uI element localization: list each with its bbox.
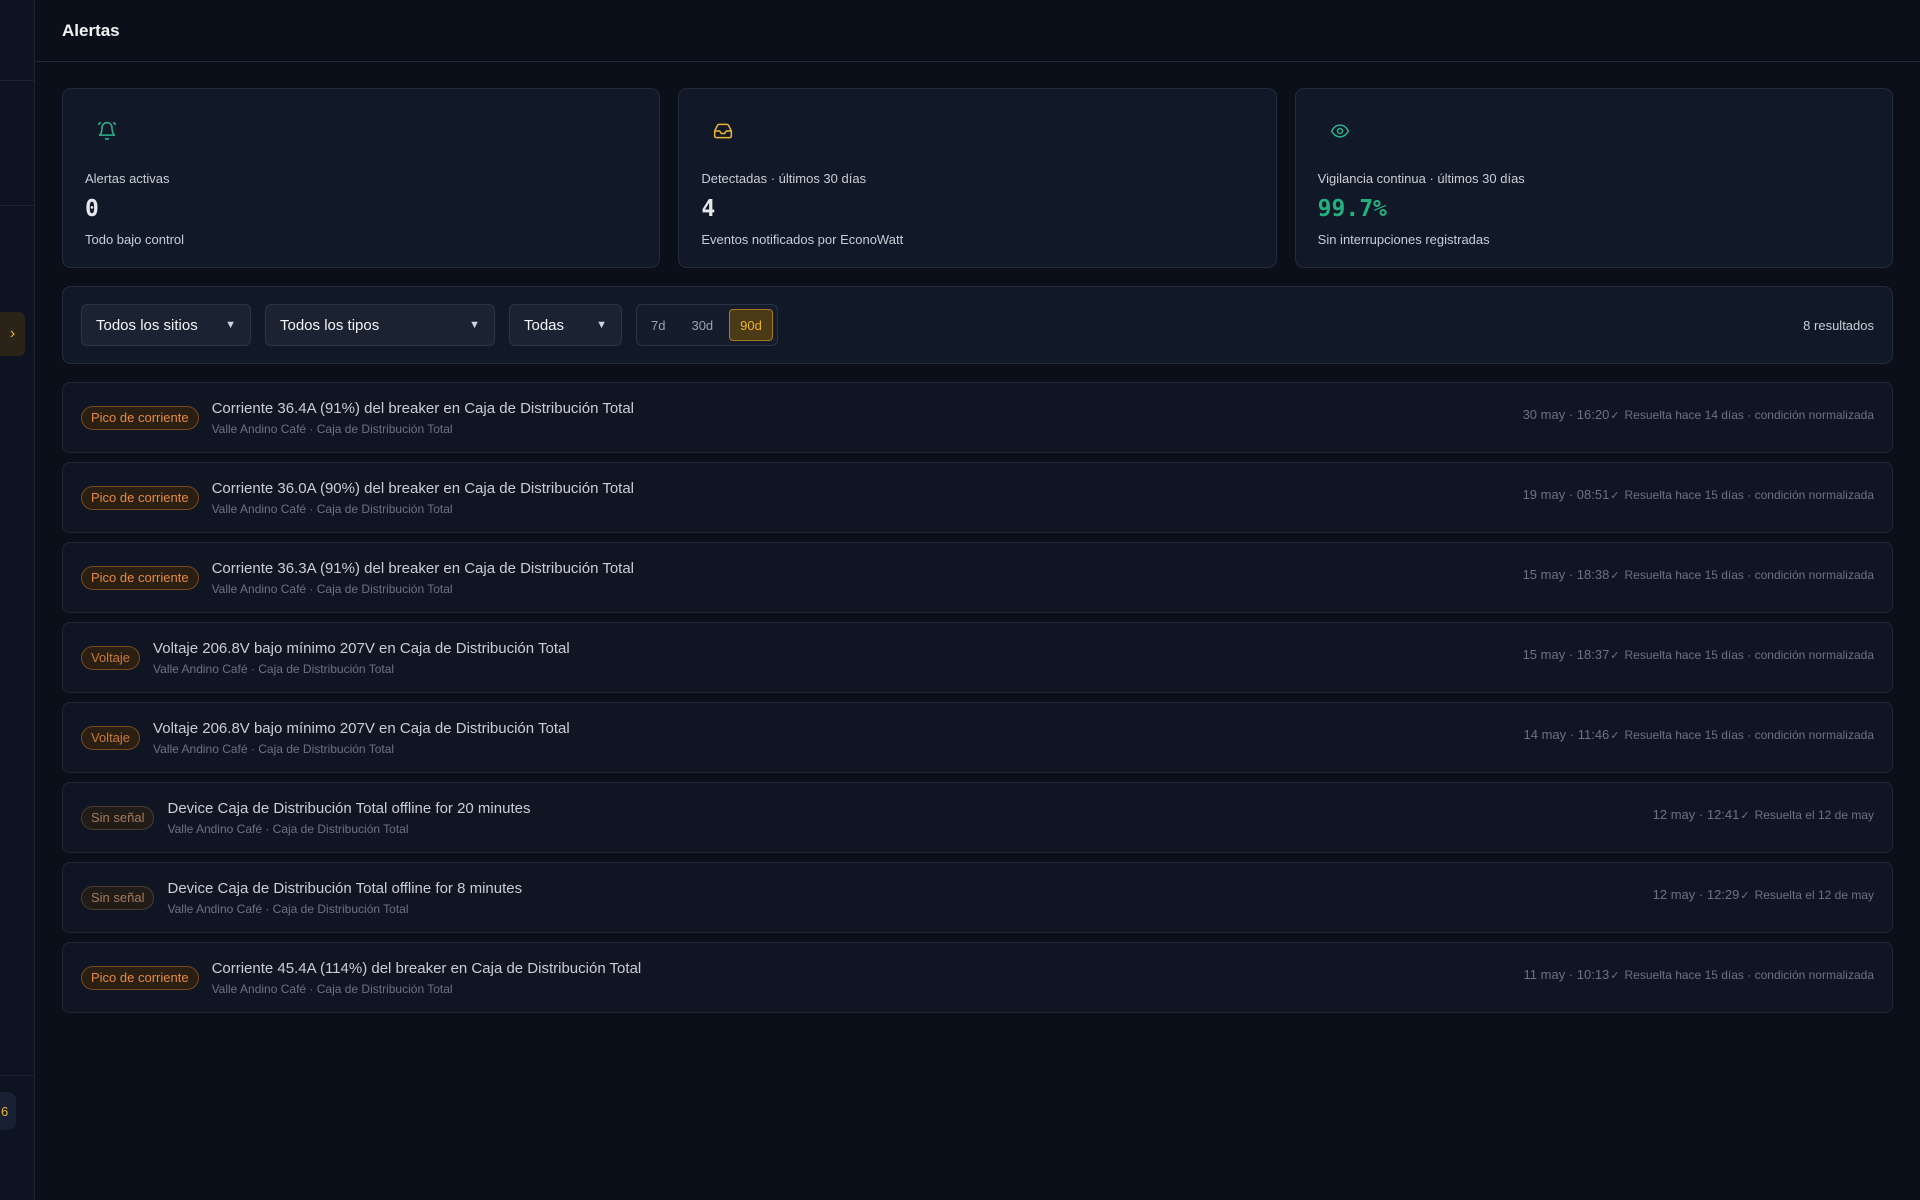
stat-label: Alertas activas [85,171,170,186]
alert-status: Resuelta hace 15 días · condición normal… [1624,648,1874,662]
alert-row[interactable]: Voltaje Voltaje 206.8V bajo mínimo 207V … [62,702,1893,773]
alert-time: 19 may · 08:51 [1522,487,1610,502]
time-range-toggle: 7d 30d 90d [636,304,778,346]
alert-row[interactable]: Pico de corriente Corriente 36.3A (91%) … [62,542,1893,613]
check-icon: ✓ [1610,570,1620,582]
alert-time: 15 may · 18:37 [1522,647,1610,662]
alert-location: Valle Andino Café · Caja de Distribución… [211,981,453,996]
alert-row[interactable]: Voltaje Voltaje 206.8V bajo mínimo 207V … [62,622,1893,693]
bell-icon [87,111,127,151]
alert-type-badge: Voltaje [81,725,141,750]
alert-row[interactable]: Pico de corriente Corriente 45.4A (114%)… [62,942,1893,1013]
inbox-icon [703,111,743,151]
alert-type-badge: Pico de corriente [81,965,199,990]
alert-type-badge: Pico de corriente [81,405,199,430]
check-icon: ✓ [1740,890,1750,902]
chevron-down-icon: ▼ [469,319,480,331]
alert-time: 14 may · 11:46 [1523,727,1610,742]
sidebar-divider [0,80,35,81]
alert-type-badge: Pico de corriente [81,485,199,510]
stat-subtext: Sin interrupciones registradas [1317,232,1490,247]
stat-label: Detectadas · últimos 30 días [701,171,867,186]
alert-status: Resuelta hace 14 días · condición normal… [1624,408,1874,422]
alert-location: Valle Andino Café · Caja de Distribución… [211,581,453,596]
results-count: 8 resultados [1803,317,1874,333]
stat-card-active-alerts: Alertas activas 0 Todo bajo control [62,88,661,268]
page-header: Alertas [36,0,1920,62]
alert-title: Corriente 36.3A (91%) del breaker en Caj… [211,559,635,577]
check-icon: ✓ [1610,970,1620,982]
alert-type-badge: Voltaje [81,645,141,670]
check-icon: ✓ [1740,810,1750,822]
alert-time: 12 may · 12:41 [1652,807,1740,822]
severity-select-value: Todas [524,316,565,334]
alert-status: Resuelta hace 15 días · condición normal… [1624,488,1874,502]
alert-row[interactable]: Sin señal Device Caja de Distribución To… [62,862,1893,933]
sidebar-divider [0,1075,35,1076]
alert-status: Resuelta hace 15 días · condición normal… [1624,568,1874,582]
chevron-right-icon: › [9,325,16,342]
alert-time: 12 may · 12:29 [1652,887,1740,902]
eye-icon [1320,111,1360,151]
alert-status: Resuelta el 12 de may [1754,808,1874,822]
site-select-value: Todos los sitios [96,316,198,334]
alert-type-badge: Sin señal [81,885,155,910]
alert-type-badge: Pico de corriente [81,565,199,590]
sidebar-mini-badge[interactable]: 6 [0,1092,16,1130]
alert-title: Corriente 36.4A (91%) del breaker en Caj… [211,399,635,417]
type-select-value: Todos los tipos [280,316,380,334]
stat-card-detected: Detectadas · últimos 30 días 4 Eventos n… [678,88,1277,268]
alert-location: Valle Andino Café · Caja de Distribución… [211,421,453,436]
alert-status: Resuelta hace 15 días · condición normal… [1624,728,1874,742]
alert-title: Voltaje 206.8V bajo mínimo 207V en Caja … [153,719,570,737]
chevron-down-icon: ▼ [225,319,236,331]
alert-location: Valle Andino Café · Caja de Distribución… [167,821,409,836]
stats-row: Alertas activas 0 Todo bajo control Dete… [62,88,1893,268]
stat-label: Vigilancia continua · últimos 30 días [1317,171,1525,186]
range-7d-button[interactable]: 7d [641,309,675,341]
stat-value: 0 [85,196,99,222]
alert-title: Corriente 45.4A (114%) del breaker en Ca… [211,959,642,977]
chevron-down-icon: ▼ [596,319,607,331]
filter-bar: Todos los sitios ▼ Todos los tipos ▼ Tod… [62,286,1893,364]
alert-location: Valle Andino Café · Caja de Distribución… [153,661,395,676]
alert-row[interactable]: Pico de corriente Corriente 36.0A (90%) … [62,462,1893,533]
range-90d-button[interactable]: 90d [729,309,773,341]
alert-title: Device Caja de Distribución Total offlin… [167,879,523,897]
sidebar-expand-button[interactable]: › [0,312,25,356]
alert-time: 30 may · 16:20 [1522,407,1610,422]
alert-location: Valle Andino Café · Caja de Distribución… [211,501,453,516]
range-30d-button[interactable]: 30d [681,309,723,341]
sidebar: › 6 [0,0,35,1200]
alert-status: Resuelta hace 15 días · condición normal… [1624,968,1874,982]
alert-status: Resuelta el 12 de may [1754,888,1874,902]
site-select[interactable]: Todos los sitios ▼ [81,304,251,346]
check-icon: ✓ [1610,410,1620,422]
stat-value: 4 [701,196,716,222]
alert-title: Corriente 36.0A (90%) del breaker en Caj… [211,479,635,497]
stat-card-monitoring: Vigilancia continua · últimos 30 días 99… [1294,88,1893,268]
alert-title: Voltaje 206.8V bajo mínimo 207V en Caja … [153,639,570,657]
alert-title: Device Caja de Distribución Total offlin… [167,799,531,817]
main-content: Alertas activas 0 Todo bajo control Dete… [62,88,1893,1013]
alert-location: Valle Andino Café · Caja de Distribución… [167,901,409,916]
alert-type-badge: Sin señal [81,805,155,830]
type-select[interactable]: Todos los tipos ▼ [265,304,495,346]
alert-list: Pico de corriente Corriente 36.4A (91%) … [62,382,1893,1013]
check-icon: ✓ [1610,730,1620,742]
check-icon: ✓ [1610,650,1620,662]
stat-value: 99.7% [1317,196,1387,222]
alert-row[interactable]: Sin señal Device Caja de Distribución To… [62,782,1893,853]
alert-time: 11 may · 10:13 [1523,967,1610,982]
alert-time: 15 may · 18:38 [1522,567,1610,582]
page-title: Alertas [62,20,120,40]
stat-subtext: Todo bajo control [85,232,185,247]
sidebar-divider [0,205,35,206]
alert-row[interactable]: Pico de corriente Corriente 36.4A (91%) … [62,382,1893,453]
severity-select[interactable]: Todas ▼ [509,304,622,346]
alert-location: Valle Andino Café · Caja de Distribución… [153,741,395,756]
stat-subtext: Eventos notificados por EconoWatt [701,232,904,247]
check-icon: ✓ [1610,490,1620,502]
